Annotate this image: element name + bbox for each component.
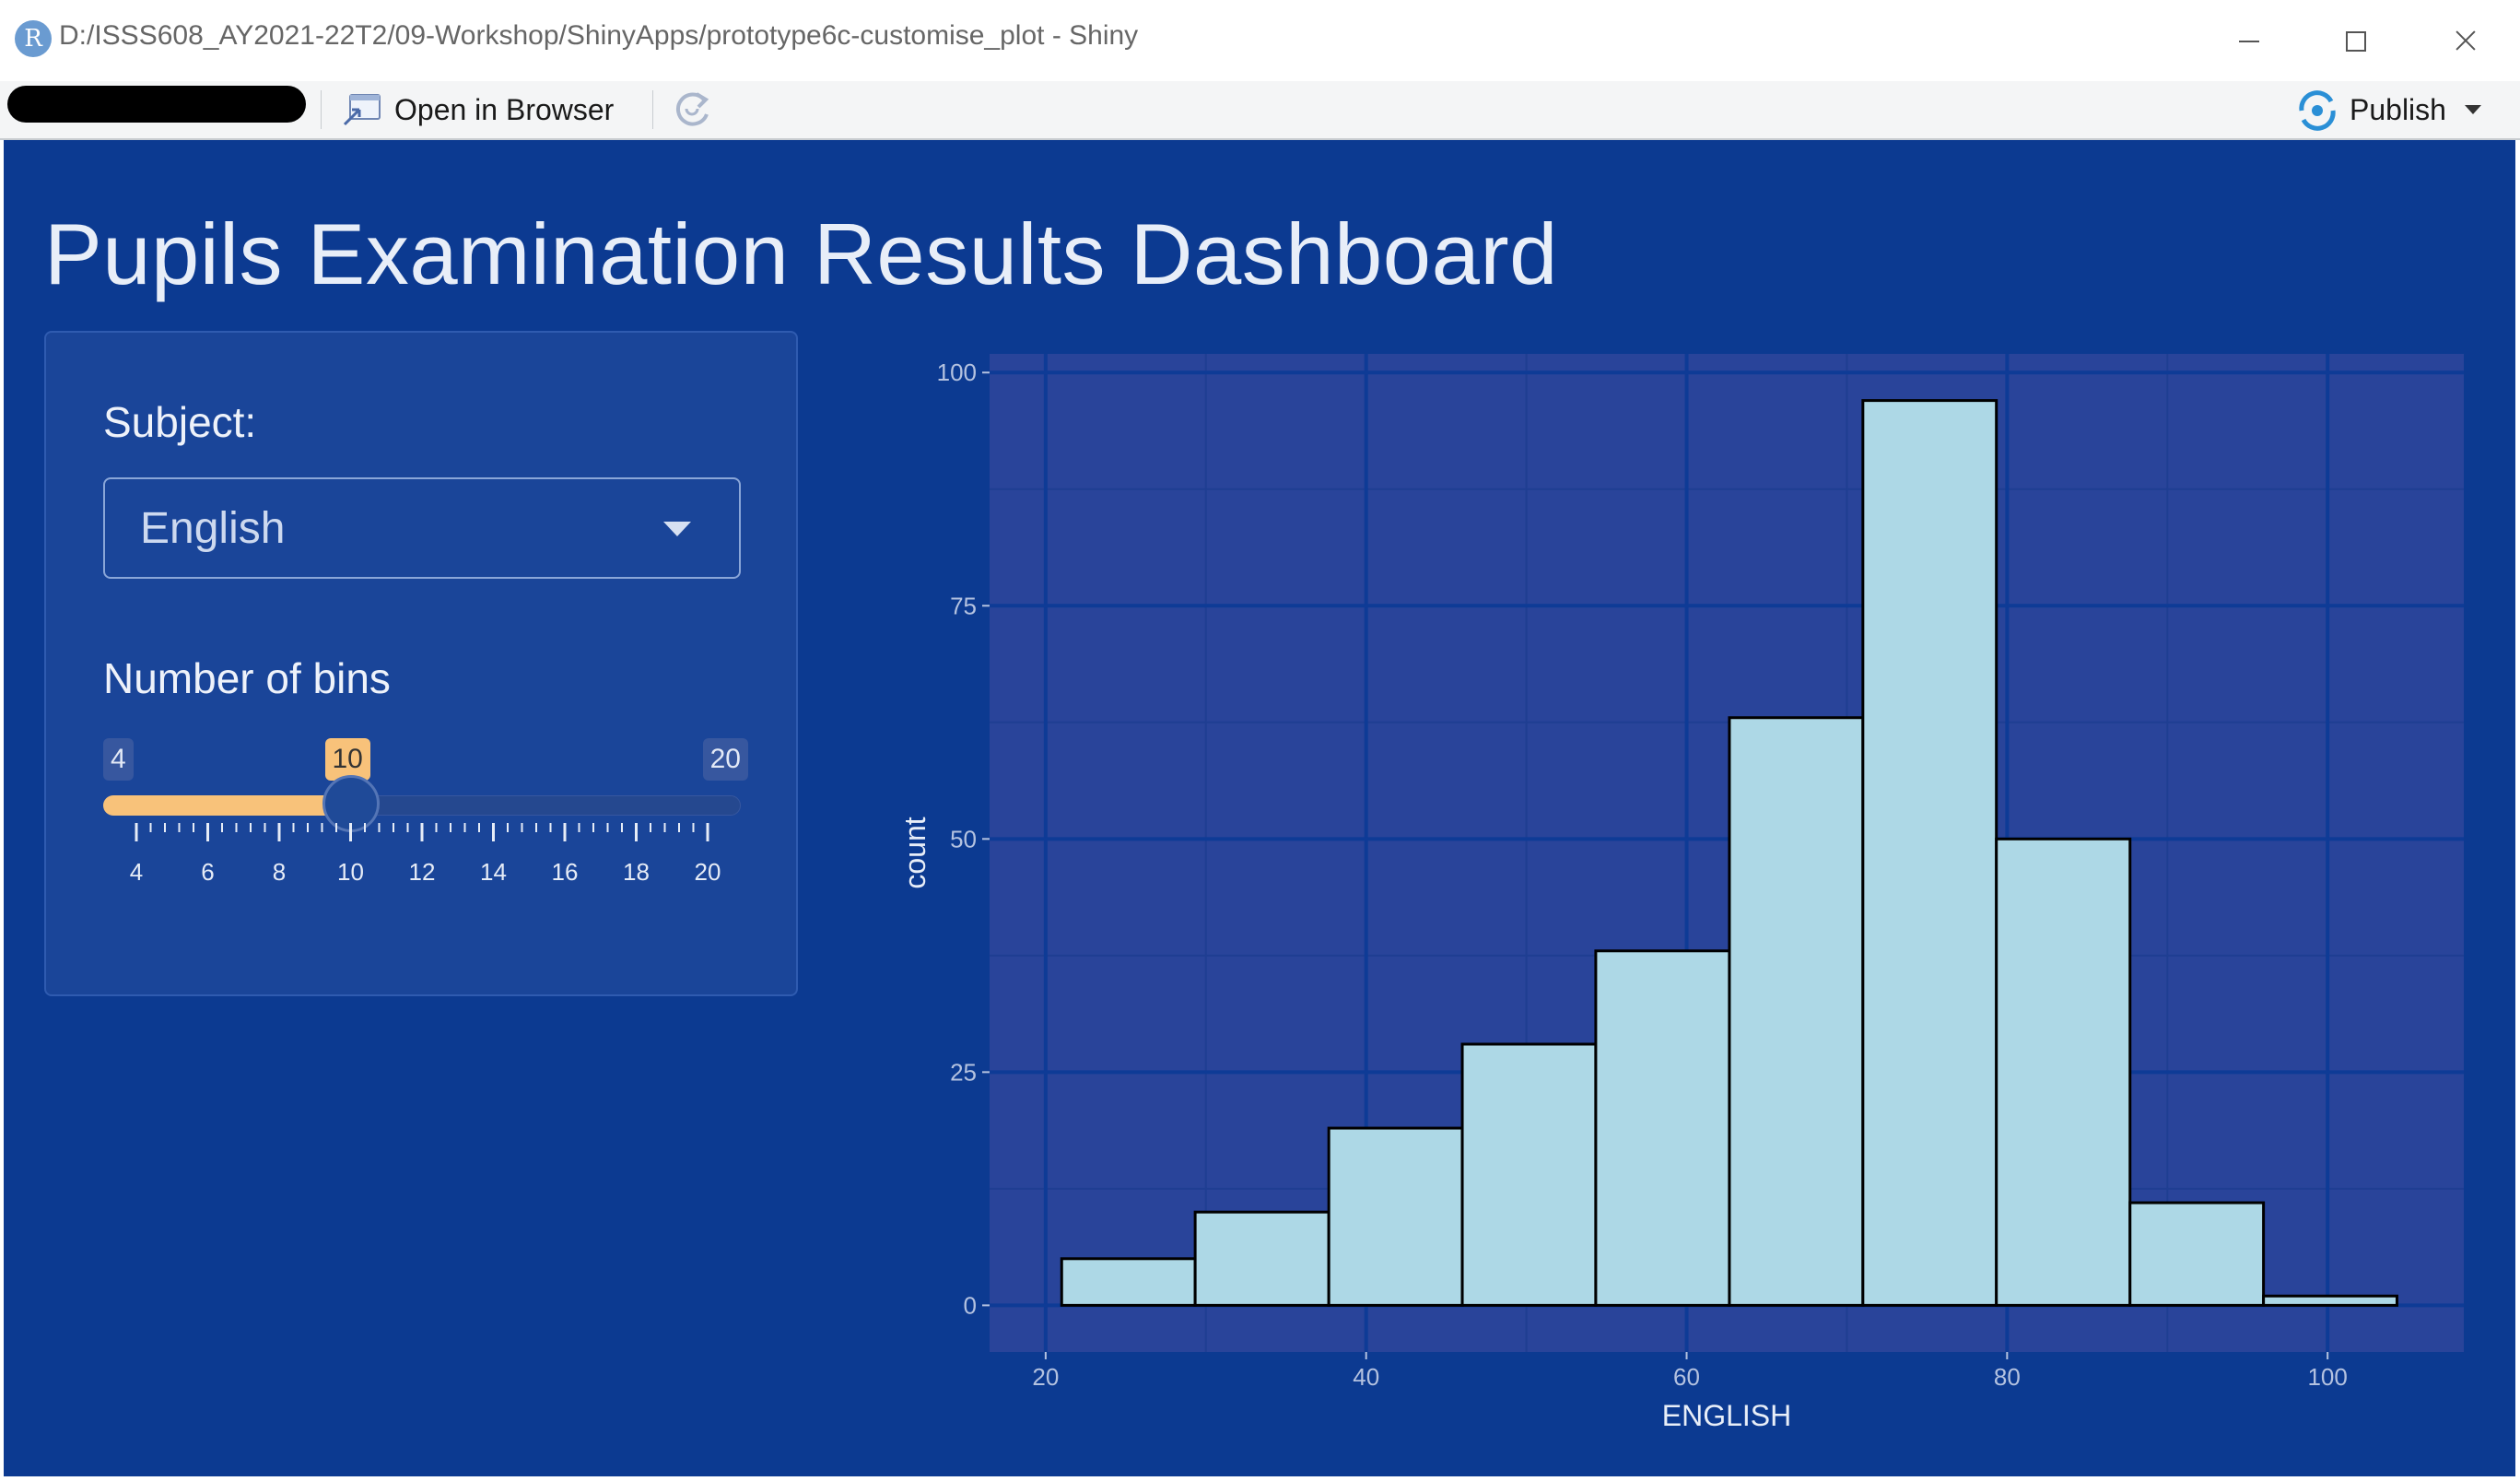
publish-button[interactable]: Publish [2294,85,2481,135]
y-tick-label: 50 [950,825,977,852]
histogram-bar [1060,1257,1197,1307]
histogram-chart: 20 40 60 80 100 0 25 50 75 100 ENGLISH count [898,354,2464,1430]
x-axis-title: ENGLISH [1662,1399,1791,1430]
slider-tick-label: 4 [130,858,143,886]
histogram-bar [1460,1042,1598,1307]
slider-value-badge: 10 [324,738,370,781]
open-in-browser-label: Open in Browser [394,92,615,126]
x-tick-label: 60 [1673,1363,1700,1391]
open-in-browser-button[interactable]: Open in Browser [341,85,614,135]
shiny-app: Pupils Examination Results Dashboard Sub… [4,140,2515,1476]
publish-icon [2299,90,2336,131]
minimize-button[interactable] [2211,13,2285,68]
slider-tick-label: 10 [337,858,364,886]
x-tick-label: 80 [1994,1363,2021,1391]
slider-tick-label: 16 [552,858,579,886]
slider-tick-label: 14 [480,858,507,886]
window-titlebar: R D:/ISSS608_AY2021-22T2/09-Workshop/Shi… [0,0,2520,82]
publish-dropdown-icon[interactable] [2464,105,2481,114]
viewer-toolbar: Open in Browser Publish [0,81,2520,140]
y-tick-label: 0 [964,1291,977,1319]
subject-select[interactable]: English [103,477,741,579]
page-title: Pupils Examination Results Dashboard [44,206,1558,302]
sidebar-panel: Subject: English Number of bins 4 10 20 … [44,331,798,996]
slider-tick-label: 12 [409,858,436,886]
histogram-bar [1728,716,1865,1307]
histogram-bar [1193,1210,1330,1307]
bins-label: Number of bins [103,654,391,702]
histogram-bar [2262,1294,2398,1307]
histogram-bar [1594,949,1731,1307]
window-edge [2515,140,2520,1481]
y-axis-title: count [898,817,932,888]
subject-selected-value: English [140,504,286,553]
histogram-bar [1995,837,2132,1307]
x-tick-label: 100 [2307,1363,2347,1391]
maximize-button[interactable] [2318,13,2392,68]
histogram-bar [2128,1201,2266,1307]
slider-min-badge: 4 [103,738,134,781]
bins-slider[interactable]: 4 10 20 4 6 8 10 12 14 16 18 20 [103,738,748,923]
publish-label: Publish [2350,92,2446,126]
slider-fill [103,795,351,816]
y-tick-label: 25 [950,1058,977,1086]
slider-tick-label: 8 [273,858,286,886]
slider-tick-label: 6 [201,858,214,886]
refresh-icon[interactable] [669,87,715,133]
y-tick-label: 100 [937,358,977,386]
redacted-area [7,86,306,123]
x-tick-label: 40 [1353,1363,1379,1391]
slider-max-badge: 20 [702,738,748,781]
close-button[interactable] [2427,13,2501,68]
toolbar-divider [321,90,322,129]
slider-tick-label: 18 [623,858,650,886]
histogram-bar [1861,399,1998,1307]
subject-label: Subject: [103,398,257,446]
chevron-down-icon [663,522,691,536]
x-tick-label: 20 [1032,1363,1059,1391]
slider-ticks: 4 6 8 10 12 14 16 18 20 [130,823,721,886]
histogram-bar [1327,1126,1464,1307]
y-tick-label: 75 [950,592,977,619]
slider-tick-label: 20 [695,858,721,886]
window-title: D:/ISSS608_AY2021-22T2/09-Workshop/Shiny… [59,20,1139,51]
open-browser-icon [343,94,381,126]
r-app-icon: R [15,20,52,57]
toolbar-divider [652,90,653,129]
